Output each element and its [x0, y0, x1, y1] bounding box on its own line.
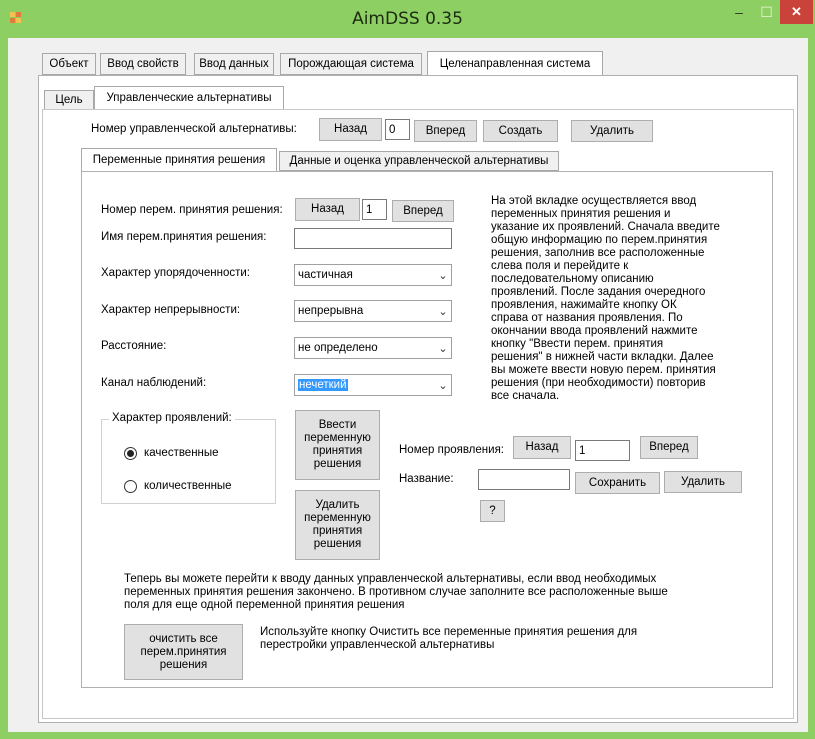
tab-generating-system[interactable]: Порождающая система	[280, 53, 422, 75]
clear-all-line-1: очистить все	[149, 632, 218, 645]
manifestation-group-title: Характер проявлений:	[109, 412, 235, 424]
delete-manifestation-button[interactable]: Удалить	[664, 471, 742, 493]
minimize-button[interactable]: –	[725, 0, 753, 24]
channel-value: нечеткий	[298, 379, 348, 391]
help-line: проявлений. После задания очередного	[491, 286, 706, 298]
help-line: переменных принятия решения и	[491, 208, 671, 220]
chevron-down-icon: ⌄	[438, 305, 448, 318]
quantitative-label[interactable]: количественные	[144, 480, 232, 492]
help-line: На этой вкладке осуществляется ввод	[491, 195, 697, 207]
variable-name-label: Имя перем.принятия решения:	[101, 231, 267, 243]
help-line: все сначала.	[491, 390, 560, 402]
tab-data-input[interactable]: Ввод данных	[194, 53, 274, 75]
window-title: AimDSS 0.35	[352, 9, 463, 29]
client-area: Объект Ввод свойств Ввод данных Порождаю…	[8, 38, 808, 732]
continuity-label: Характер непрерывности:	[101, 304, 241, 316]
manifestation-number-field[interactable]: 1	[575, 440, 630, 461]
help-line: решения" в нижней части вкладки. Далее	[491, 351, 714, 363]
help-line: слева поля и перейдите к	[491, 260, 629, 272]
help-line: вы можете ввести новую перем. принятия	[491, 364, 716, 376]
maximize-button[interactable]: ☐	[753, 0, 780, 24]
tab-properties-input[interactable]: Ввод свойств	[100, 53, 186, 75]
continuity-select[interactable]: непрерывна ⌄	[294, 300, 452, 322]
help-line: указание их проявлений. Сначала введите	[491, 221, 720, 233]
alt-back-button[interactable]: Назад	[319, 118, 382, 141]
alternative-number-label: Номер управленческой альтернативы:	[91, 123, 297, 135]
help-line: последовательному описанию	[491, 273, 654, 285]
alternative-number-field[interactable]: 0	[385, 119, 410, 140]
enter-variable-line-3: принятия	[312, 445, 363, 457]
delete-variable-line-3: принятия	[312, 525, 363, 537]
manifestation-name-label: Название:	[399, 473, 454, 485]
variable-number-field[interactable]: 1	[362, 199, 387, 220]
order-label: Характер упорядоченности:	[101, 267, 250, 279]
bottom-line: поля для еще одной переменной принятия р…	[124, 599, 405, 611]
bottom-line: переменных принятия решения закончено. В…	[124, 586, 668, 598]
clear-all-line-3: решения	[159, 658, 208, 671]
clear-all-line-2: перем.принятия	[140, 645, 227, 658]
help-line: решения, заполнив все расположенные	[491, 247, 705, 259]
qualitative-label[interactable]: качественные	[144, 447, 219, 459]
help-line: решения (при необходимости) повторив	[491, 377, 706, 389]
app-window: AimDSS 0.35 – ☐ ✕ Объект Ввод свойств Вв…	[0, 0, 815, 739]
channel-label: Канал наблюдений:	[101, 377, 207, 389]
help-line: окончании ввода проявлений нажмите	[491, 325, 698, 337]
delete-variable-button[interactable]: Удалить переменную принятия решения	[295, 490, 380, 560]
title-bar[interactable]: AimDSS 0.35 – ☐ ✕	[0, 0, 815, 38]
chevron-down-icon: ⌄	[438, 379, 448, 392]
tab-management-alternatives[interactable]: Управленческие альтернативы	[94, 86, 284, 110]
tab-goal-directed-system[interactable]: Целенаправленная система	[427, 51, 603, 76]
clear-instruction-text: Используйте кнопку Очистить все переменн…	[260, 626, 740, 652]
bottom-text: Теперь вы можете перейти к вводу данных …	[124, 573, 764, 612]
create-alternative-button[interactable]: Создать	[483, 120, 558, 142]
distance-value: не определено	[298, 342, 378, 354]
help-text: На этой вкладке осуществляется ввод пере…	[491, 195, 761, 403]
tab-object[interactable]: Объект	[42, 53, 96, 75]
continuity-value: непрерывна	[298, 305, 364, 317]
close-button[interactable]: ✕	[780, 0, 813, 24]
bottom-line: Теперь вы можете перейти к вводу данных …	[124, 573, 657, 585]
distance-label: Расстояние:	[101, 340, 167, 352]
manifest-forward-button[interactable]: Вперед	[640, 436, 698, 459]
variable-number-label: Номер перем. принятия решения:	[101, 204, 283, 216]
distance-select[interactable]: не определено ⌄	[294, 337, 452, 359]
clear-all-variables-button[interactable]: очистить все перем.принятия решения	[124, 624, 243, 680]
save-manifestation-button[interactable]: Сохранить	[575, 472, 660, 494]
manifestation-name-input[interactable]	[478, 469, 570, 490]
tab-alternative-data-evaluation[interactable]: Данные и оценка управленческой альтернат…	[279, 151, 559, 171]
enter-variable-line-1: Ввести	[318, 419, 357, 431]
enter-variable-button[interactable]: Ввести переменную принятия решения	[295, 410, 380, 480]
qualitative-radio[interactable]	[124, 447, 137, 460]
enter-variable-line-4: решения	[313, 458, 362, 470]
delete-variable-line-4: решения	[313, 538, 362, 550]
tab-goal[interactable]: Цель	[44, 90, 94, 110]
delete-variable-line-2: переменную	[304, 512, 371, 524]
manifestation-number-label: Номер проявления:	[399, 444, 504, 456]
help-line: справа от названия проявления. По	[491, 312, 683, 324]
order-select[interactable]: частичная ⌄	[294, 264, 452, 286]
clear-line: перестройки управленческой альтернативы	[260, 639, 495, 651]
alt-forward-button[interactable]: Вперед	[414, 120, 477, 142]
help-line: общую информацию по перем.принятия	[491, 234, 708, 246]
chevron-down-icon: ⌄	[438, 269, 448, 282]
help-button[interactable]: ?	[480, 500, 505, 522]
help-line: кнопку "Ввести перем. принятия	[491, 338, 664, 350]
manifest-back-button[interactable]: Назад	[513, 436, 571, 459]
order-value: частичная	[298, 269, 353, 281]
clear-line: Используйте кнопку Очистить все переменн…	[260, 626, 638, 638]
tab-decision-variables[interactable]: Переменные принятия решения	[81, 148, 277, 172]
help-line: проявления, нажимайте кнопку ОК	[491, 299, 677, 311]
var-back-button[interactable]: Назад	[295, 198, 360, 221]
variable-name-input[interactable]	[294, 228, 452, 249]
channel-select[interactable]: нечеткий ⌄	[294, 374, 452, 396]
quantitative-radio[interactable]	[124, 480, 137, 493]
chevron-down-icon: ⌄	[438, 342, 448, 355]
delete-alternative-button[interactable]: Удалить	[571, 120, 653, 142]
var-forward-button[interactable]: Вперед	[392, 200, 454, 222]
enter-variable-line-2: переменную	[304, 432, 371, 444]
delete-variable-line-1: Удалить	[315, 499, 360, 511]
